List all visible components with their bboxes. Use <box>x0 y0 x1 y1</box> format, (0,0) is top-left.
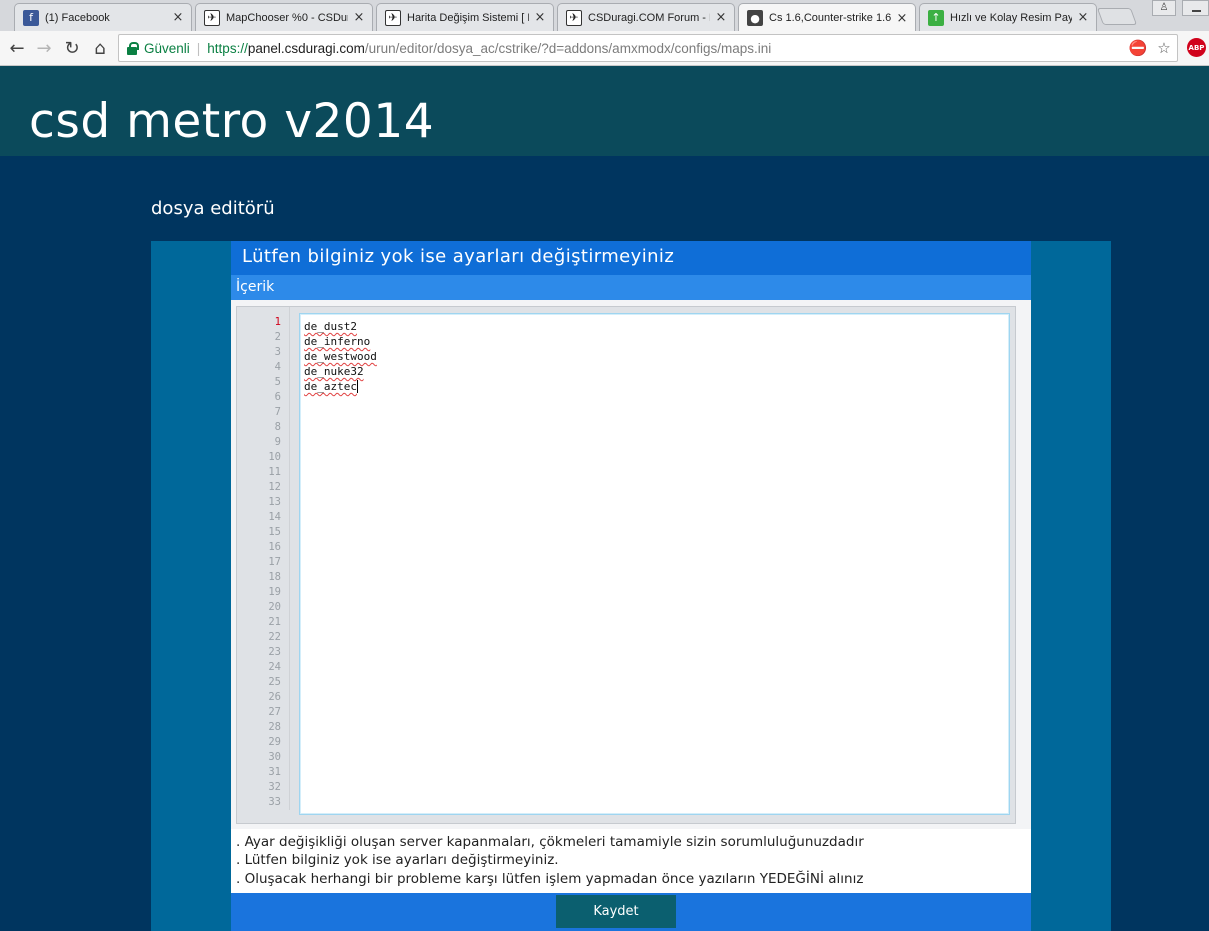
line-number: 11 <box>268 466 281 478</box>
line-number: 10 <box>268 451 281 463</box>
note-line: . Oluşacak herhangi bir probleme karşı l… <box>236 871 864 887</box>
line-number: 6 <box>274 391 281 403</box>
content-label: İçerik <box>236 279 275 295</box>
tab-title: MapChooser %0 - CSDur <box>226 11 348 24</box>
home-icon[interactable]: ⌂ <box>87 35 113 61</box>
new-tab-button[interactable] <box>1096 8 1138 25</box>
line-number: 32 <box>268 781 281 793</box>
line-number: 2 <box>274 331 281 343</box>
upload-icon: ↑ <box>928 9 944 26</box>
facebook-icon: f <box>23 9 39 26</box>
line-number: 20 <box>268 601 281 613</box>
note-line: . Ayar değişikliği oluşan server kapanma… <box>236 834 864 850</box>
close-icon[interactable]: × <box>533 10 547 25</box>
content-bar <box>231 275 1031 300</box>
tab-title: Hızlı ve Kolay Resim Payla <box>950 11 1072 24</box>
forward-arrow-icon[interactable]: → <box>31 35 57 61</box>
line-number: 27 <box>268 706 281 718</box>
close-icon[interactable]: × <box>895 11 909 26</box>
tab-title: Harita Değişim Sistemi [ M <box>407 11 529 24</box>
blocked-content-icon[interactable]: ⛔ <box>1129 38 1148 58</box>
tab-strip: f (1) Facebook × ✈ MapChooser %0 - CSDur… <box>0 0 1209 32</box>
bookmark-star-icon[interactable]: ☆ <box>1155 38 1173 58</box>
counter-strike-icon: ✈ <box>204 9 220 26</box>
lock-icon <box>127 41 139 55</box>
line-number: 7 <box>274 406 281 418</box>
user-icon[interactable]: ♙ <box>1152 0 1176 16</box>
tab-facebook[interactable]: f (1) Facebook × <box>14 3 192 31</box>
site-header: csd metro v2014 <box>0 66 1209 156</box>
counter-strike-icon: ✈ <box>385 9 401 26</box>
tab-resim[interactable]: ↑ Hızlı ve Kolay Resim Payla × <box>919 3 1097 31</box>
line-number: 25 <box>268 676 281 688</box>
url-host: panel.csduragi.com <box>247 40 365 56</box>
line-number: 12 <box>268 481 281 493</box>
panel-title: Lütfen bilginiz yok ise ayarları değişti… <box>242 246 675 267</box>
code-line: de_dust2 <box>304 320 357 333</box>
line-number: 5 <box>274 376 281 388</box>
csduragi-icon: ● <box>747 10 763 26</box>
line-number: 1 <box>274 316 281 328</box>
code-line: de_westwood <box>304 350 377 363</box>
address-bar[interactable]: Güvenli | https:// panel.csduragi.com /u… <box>118 34 1178 62</box>
line-number: 9 <box>274 436 281 448</box>
line-number: 24 <box>268 661 281 673</box>
close-icon[interactable]: × <box>1076 10 1090 25</box>
line-number: 33 <box>268 796 281 808</box>
note-line: . Lütfen bilginiz yok ise ayarları değiş… <box>236 852 559 868</box>
close-icon[interactable]: × <box>352 10 366 25</box>
tab-title: Cs 1.6,Counter-strike 1.6 <box>769 12 891 24</box>
adblock-plus-icon[interactable]: ABP <box>1187 38 1206 57</box>
line-number: 21 <box>268 616 281 628</box>
back-arrow-icon[interactable]: ← <box>4 35 30 61</box>
line-number: 14 <box>268 511 281 523</box>
line-number: 18 <box>268 571 281 583</box>
line-number: 19 <box>268 586 281 598</box>
line-number: 4 <box>274 361 281 373</box>
url-scheme: https:// <box>207 40 248 56</box>
line-number-gutter: 1 2 3 4 5 6 7 8 9 10 11 12 13 14 15 16 17 18 19 20 21 22 23 24 2… <box>237 307 290 810</box>
browser-toolbar: ← → ↻ ⌂ Güvenli | https:// panel.csdurag… <box>0 31 1209 66</box>
line-number: 3 <box>274 346 281 358</box>
line-number: 16 <box>268 541 281 553</box>
line-number: 28 <box>268 721 281 733</box>
code-textarea[interactable]: de_dust2 de_inferno de_westwood de_nuke32de… <box>299 313 1010 815</box>
tab-csduragi-active[interactable]: ● Cs 1.6,Counter-strike 1.6 × <box>738 3 916 32</box>
minimize-button[interactable] <box>1182 0 1209 16</box>
line-number: 13 <box>268 496 281 508</box>
line-number: 15 <box>268 526 281 538</box>
reload-icon[interactable]: ↻ <box>59 35 85 61</box>
code-line: de_nuke32 <box>304 365 364 378</box>
page-title: dosya editörü <box>151 198 275 219</box>
tab-mapchooser[interactable]: ✈ MapChooser %0 - CSDur × <box>195 3 373 31</box>
line-number: 17 <box>268 556 281 568</box>
omnibox-icons: ⛔ ☆ <box>1129 38 1173 58</box>
code-line: de_inferno <box>304 335 371 348</box>
close-icon[interactable]: × <box>714 10 728 25</box>
text-caret <box>356 380 358 393</box>
line-number: 8 <box>274 421 281 433</box>
line-number: 31 <box>268 766 281 778</box>
line-number: 26 <box>268 691 281 703</box>
url-separator: | <box>196 40 201 56</box>
tab-title: CSDuragi.COM Forum - B <box>588 11 710 24</box>
code-line: de_aztec <box>304 380 357 393</box>
url-path: /urun/editor/dosya_ac/cstrike/?d=addons/… <box>364 40 772 56</box>
secure-label: Güvenli <box>144 40 190 56</box>
save-button[interactable]: Kaydet <box>556 895 676 928</box>
line-number: 30 <box>268 751 281 763</box>
site-title[interactable]: csd metro v2014 <box>29 94 434 149</box>
counter-strike-icon: ✈ <box>566 9 582 26</box>
tab-harita[interactable]: ✈ Harita Değişim Sistemi [ M × <box>376 3 554 31</box>
line-number: 29 <box>268 736 281 748</box>
tab-forum[interactable]: ✈ CSDuragi.COM Forum - B × <box>557 3 735 31</box>
line-number: 22 <box>268 631 281 643</box>
close-icon[interactable]: × <box>171 10 185 25</box>
line-number: 23 <box>268 646 281 658</box>
tab-title: (1) Facebook <box>45 11 110 24</box>
